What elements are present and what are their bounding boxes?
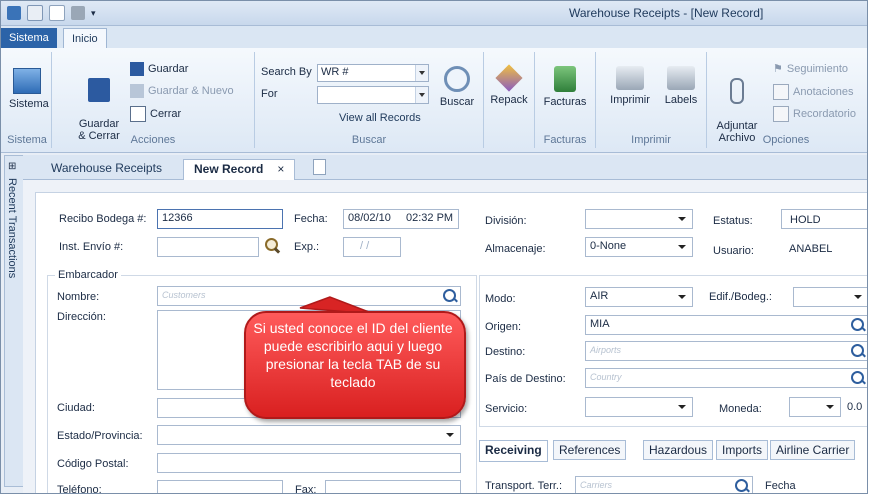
tip-callout: Si usted conoce el ID del cliente puede … — [244, 311, 466, 419]
callout-text: Si usted conoce el ID del cliente puede … — [253, 320, 453, 390]
callout-pointer — [299, 296, 375, 315]
